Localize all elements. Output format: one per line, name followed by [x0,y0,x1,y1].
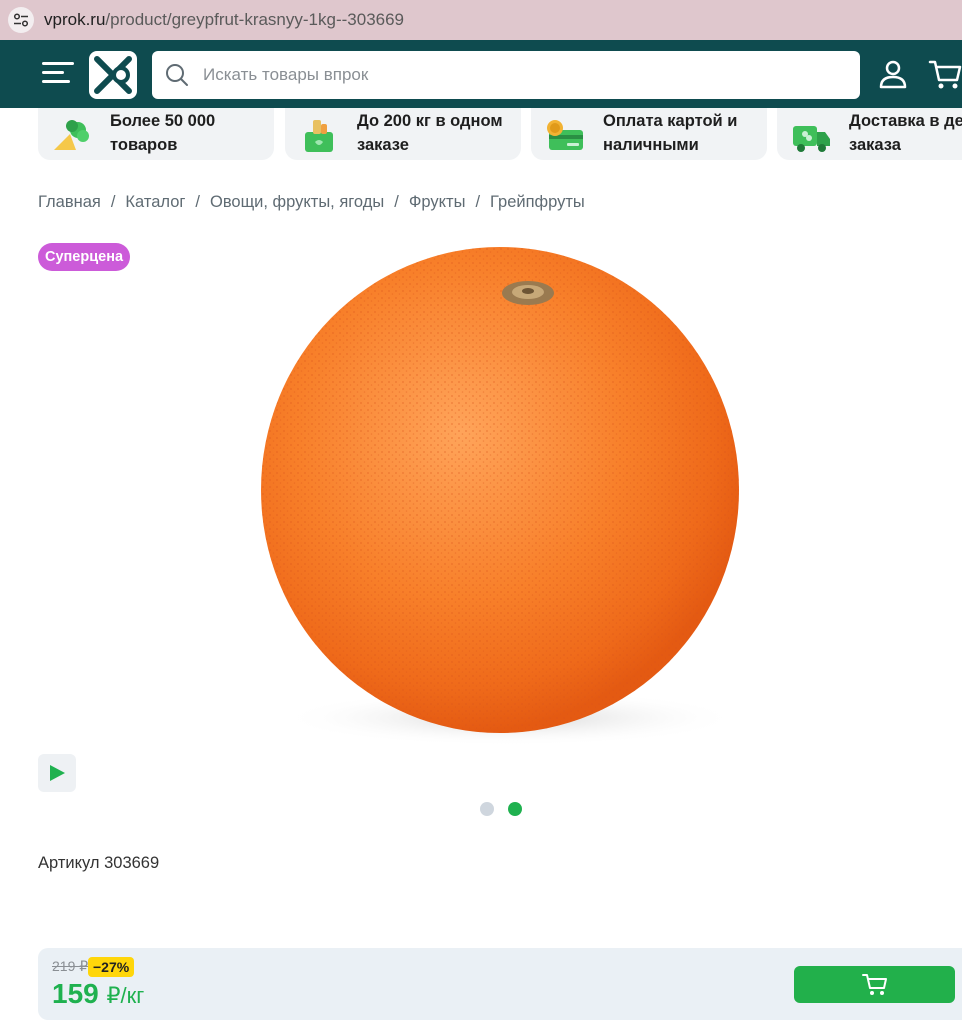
url-domain: vprok.ru [44,10,106,29]
super-price-badge: Суперцена [38,243,131,271]
breadcrumb-separator: / [475,193,481,211]
discount-badge: −27% [88,957,135,977]
feature-card-delivery: Доставка в де заказа [777,108,962,160]
url-path: /product/greypfrut-krasnyy-1kg--303669 [105,10,405,29]
cart-icon [861,973,887,995]
feature-line1: Доставка в де [849,112,962,130]
product-article: Артикул 303669 [38,854,160,872]
vegetables-icon [54,120,89,150]
feature-card-weight: До 200 кг в одном заказе [285,108,521,160]
price-unit: ₽/кг [106,983,145,1008]
feature-line1: До 200 кг в одном [357,112,503,130]
add-to-cart-button[interactable] [794,966,955,1003]
breadcrumb-separator: / [195,193,200,211]
feature-line1: Оплата картой и [603,112,738,130]
search-box[interactable] [152,51,860,99]
url-text[interactable]: vprok.ru/product/greypfrut-krasnyy-1kg--… [44,10,404,30]
feature-card-payment: Оплата картой и наличными [531,108,767,160]
breadcrumb-home[interactable]: Главная [38,193,101,212]
breadcrumb-fruits[interactable]: Фрукты [409,193,466,212]
price-value: 159 [52,978,99,1009]
feature-line1: Более 50 000 [110,112,216,130]
product-image[interactable] [240,240,760,770]
feature-line2: заказе [357,136,409,154]
current-price: 159 ₽/кг [52,978,144,1010]
feature-card-assortment: Более 50 000 товаров [38,108,274,160]
cart-icon[interactable] [928,58,962,92]
play-video-button[interactable] [38,754,76,792]
search-icon [166,64,188,86]
card-coin-icon [547,120,583,150]
old-price: 219 ₽ [52,958,89,974]
grocery-bag-icon [305,120,333,152]
feature-line2: заказа [849,136,901,154]
breadcrumb-grapefruits[interactable]: Грейпфруты [490,193,585,212]
price-bar: 219 ₽ −27% 159 ₽/кг [38,948,962,1020]
logo[interactable] [89,51,137,99]
delivery-truck-icon [793,126,830,152]
play-icon [50,765,65,781]
feature-line2: наличными [603,136,699,154]
site-header [0,40,962,108]
breadcrumb-vegetables-fruits[interactable]: Овощи, фрукты, ягоды [210,193,384,212]
feature-line2: товаров [110,136,178,154]
gallery-dot-1[interactable] [480,802,494,816]
search-input[interactable] [203,65,803,85]
breadcrumb: Главная / Каталог / Овощи, фрукты, ягоды… [38,193,585,212]
menu-button[interactable] [42,62,74,86]
breadcrumb-catalog[interactable]: Каталог [125,193,185,212]
user-account-icon[interactable] [877,58,909,90]
breadcrumb-separator: / [110,193,116,211]
breadcrumb-separator: / [394,193,399,211]
address-bar[interactable]: vprok.ru/product/greypfrut-krasnyy-1kg--… [0,0,962,40]
gallery-dot-2-active[interactable] [508,802,522,816]
site-settings-icon[interactable] [8,7,34,33]
